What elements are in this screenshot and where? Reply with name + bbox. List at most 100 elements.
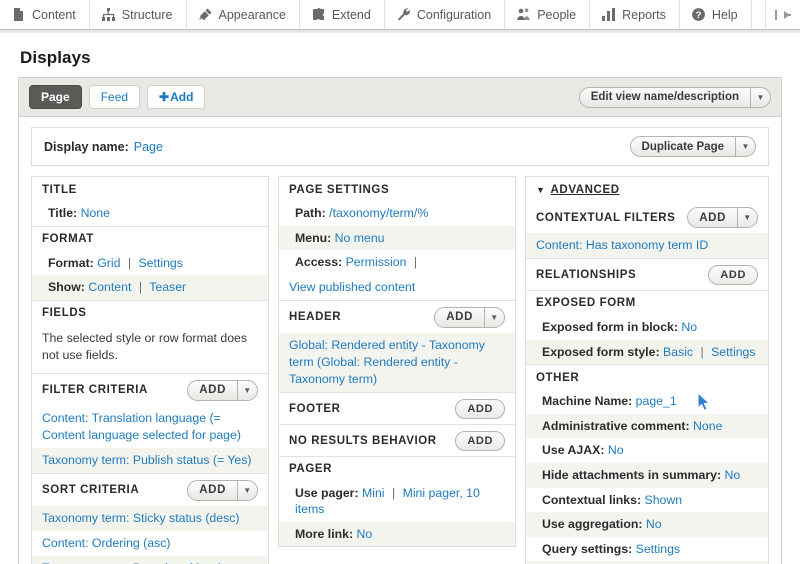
duplicate-page-dropbutton[interactable]: Duplicate Page ▼ xyxy=(629,136,756,157)
add-sort-criteria-dropbutton[interactable]: Add ▼ xyxy=(187,479,258,501)
query-settings-link[interactable]: Settings xyxy=(636,542,680,556)
add-header-dropbutton[interactable]: Add ▼ xyxy=(434,306,505,328)
add-footer-button[interactable]: Add xyxy=(455,398,505,419)
add-contextual-filter-button[interactable]: Add xyxy=(688,208,737,227)
section-heading-label: CONTEXTUAL FILTERS xyxy=(536,211,676,224)
add-header-button[interactable]: Add xyxy=(435,308,484,327)
filter-criteria-item[interactable]: Taxonomy term: Publish status (= Yes) xyxy=(32,447,268,473)
toolbar-item-structure[interactable]: Structure xyxy=(90,0,187,29)
use-aggregation-link[interactable]: No xyxy=(646,517,662,531)
setting-value-link[interactable]: None xyxy=(81,206,110,220)
toolbar-item-people[interactable]: People xyxy=(505,0,591,29)
chevron-down-icon[interactable]: ▼ xyxy=(237,380,257,400)
setting-label: Administrative comment: xyxy=(542,418,690,433)
section-heading-label: SORT CRITERIA xyxy=(42,484,140,497)
exposed-form-in-block-link[interactable]: No xyxy=(681,320,697,334)
add-filter-criteria-button[interactable]: Add xyxy=(188,381,237,400)
setting-row-menu[interactable]: Menu: No menu xyxy=(279,225,515,251)
use-ajax-link[interactable]: No xyxy=(608,443,624,457)
show-value-link[interactable]: Content xyxy=(88,280,131,294)
sort-criteria-link[interactable]: Taxonomy term: Post date (desc) xyxy=(42,561,222,564)
chevron-down-icon[interactable]: ▼ xyxy=(737,208,757,227)
setting-row-access[interactable]: Access: Permission | xyxy=(279,250,515,275)
filter-criteria-item[interactable]: Content: Translation language (= Content… xyxy=(32,406,268,448)
setting-row-use-aggregation[interactable]: Use aggregation: No xyxy=(526,512,768,537)
display-name-bar: Display name: Page Duplicate Page ▼ xyxy=(31,127,769,166)
add-filter-criteria-dropbutton[interactable]: Add ▼ xyxy=(187,379,258,401)
sort-criteria-item[interactable]: Taxonomy term: Sticky status (desc) xyxy=(32,505,268,531)
machine-name-link[interactable]: page_1 xyxy=(636,394,677,408)
add-no-results-behavior-button[interactable]: Add xyxy=(455,430,505,451)
exposed-form-settings-link[interactable]: Settings xyxy=(711,345,755,359)
toolbar-item-extend[interactable]: Extend xyxy=(300,0,385,29)
separator: | xyxy=(413,255,418,270)
toolbar-item-help[interactable]: ? Help xyxy=(680,0,752,29)
setting-row-path[interactable]: Path: /taxonomy/term/% xyxy=(279,201,515,226)
setting-row-hide-attachments-in-summary[interactable]: Hide attachments in summary: No xyxy=(526,462,768,488)
add-sort-criteria-button[interactable]: Add xyxy=(188,481,237,500)
view-published-content-row[interactable]: View published content xyxy=(279,275,515,300)
section-heading-label: RELATIONSHIPS xyxy=(536,268,637,281)
sort-criteria-link[interactable]: Content: Ordering (asc) xyxy=(42,536,171,550)
toolbar-item-appearance[interactable]: Appearance xyxy=(187,0,300,29)
sort-criteria-item[interactable]: Content: Ordering (asc) xyxy=(32,531,268,556)
display-tab-page[interactable]: Page xyxy=(29,85,82,109)
collapse-toolbar-icon[interactable] xyxy=(766,0,800,29)
setting-row-use-ajax[interactable]: Use AJAX: No xyxy=(526,438,768,463)
administrative-comment-link[interactable]: None xyxy=(693,419,722,433)
chevron-down-icon[interactable]: ▼ xyxy=(735,137,755,156)
view-published-content-link[interactable]: View published content xyxy=(289,280,415,294)
advanced-section-toggle[interactable]: ▼ ADVANCED xyxy=(526,177,768,201)
display-tabs-right: Edit view name/description ▼ xyxy=(578,86,771,108)
setting-label: Query settings: xyxy=(542,541,633,556)
filter-criteria-link[interactable]: Taxonomy term: Publish status (= Yes) xyxy=(42,453,252,467)
toolbar-item-reports[interactable]: Reports xyxy=(590,0,680,29)
display-tab-feed[interactable]: Feed xyxy=(88,85,141,109)
header-item[interactable]: Global: Rendered entity - Taxonomy term … xyxy=(279,332,515,392)
format-settings-link[interactable]: Settings xyxy=(138,256,182,270)
hide-attachments-link[interactable]: No xyxy=(724,468,740,482)
display-name-value[interactable]: Page xyxy=(134,140,163,154)
sort-criteria-link[interactable]: Taxonomy term: Sticky status (desc) xyxy=(42,511,240,525)
toolbar-item-content[interactable]: Content xyxy=(0,0,90,29)
contextual-filter-link[interactable]: Content: Has taxonomy term ID xyxy=(536,238,708,252)
exposed-form-style-link[interactable]: Basic xyxy=(663,345,693,359)
setting-row-machine-name[interactable]: Machine Name: page_1 xyxy=(526,389,768,414)
section-actions: Add ▼ xyxy=(687,207,758,228)
setting-row-exposed-form-style[interactable]: Exposed form style: Basic | Settings xyxy=(526,339,768,365)
chevron-down-icon[interactable]: ▼ xyxy=(237,480,257,500)
menu-value-link[interactable]: No menu xyxy=(335,231,385,245)
setting-row-show[interactable]: Show: Content | Teaser xyxy=(32,275,268,300)
section-heading-label: FILTER CRITERIA xyxy=(42,384,148,397)
duplicate-page-button[interactable]: Duplicate Page xyxy=(631,137,735,156)
show-settings-link[interactable]: Teaser xyxy=(149,280,186,294)
setting-row-title[interactable]: Title: None xyxy=(32,201,268,226)
add-relationship-button[interactable]: Add xyxy=(708,264,758,285)
header-item-link[interactable]: Global: Rendered entity - Taxonomy term … xyxy=(289,338,485,386)
display-name-label: Display name: xyxy=(44,139,129,154)
contextual-filter-item[interactable]: Content: Has taxonomy term ID xyxy=(526,233,768,258)
format-value-link[interactable]: Grid xyxy=(97,256,120,270)
use-pager-value-link[interactable]: Mini xyxy=(362,486,385,500)
chevron-down-icon[interactable]: ▼ xyxy=(750,87,770,107)
add-contextual-filter-dropbutton[interactable]: Add ▼ xyxy=(687,207,758,228)
edit-view-name-description-dropbutton[interactable]: Edit view name/description ▼ xyxy=(578,86,771,108)
contextual-links-link[interactable]: Shown xyxy=(645,493,683,507)
setting-row-query-settings[interactable]: Query settings: Settings xyxy=(526,537,768,562)
setting-row-contextual-links[interactable]: Contextual links: Shown xyxy=(526,488,768,513)
chevron-down-icon[interactable]: ▼ xyxy=(484,307,504,327)
setting-row-exposed-form-in-block[interactable]: Exposed form in block: No xyxy=(526,315,768,340)
more-link-value-link[interactable]: No xyxy=(357,527,373,541)
setting-row-administrative-comment[interactable]: Administrative comment: None xyxy=(526,413,768,439)
section-heading-label: NO RESULTS BEHAVIOR xyxy=(289,434,437,447)
setting-row-more-link[interactable]: More link: No xyxy=(279,521,515,547)
edit-view-name-description-button[interactable]: Edit view name/description xyxy=(580,88,750,107)
toolbar-item-configuration[interactable]: Configuration xyxy=(385,0,506,29)
path-value-link[interactable]: /taxonomy/term/% xyxy=(329,206,428,220)
filter-criteria-link[interactable]: Content: Translation language (= Content… xyxy=(42,411,241,442)
setting-row-use-pager[interactable]: Use pager: Mini | Mini pager, 10 items xyxy=(279,481,515,522)
add-display-button[interactable]: ✚Add xyxy=(147,85,206,109)
access-value-link[interactable]: Permission xyxy=(346,255,407,269)
sort-criteria-item[interactable]: Taxonomy term: Post date (desc) xyxy=(32,555,268,564)
setting-row-format[interactable]: Format: Grid | Settings xyxy=(32,251,268,276)
